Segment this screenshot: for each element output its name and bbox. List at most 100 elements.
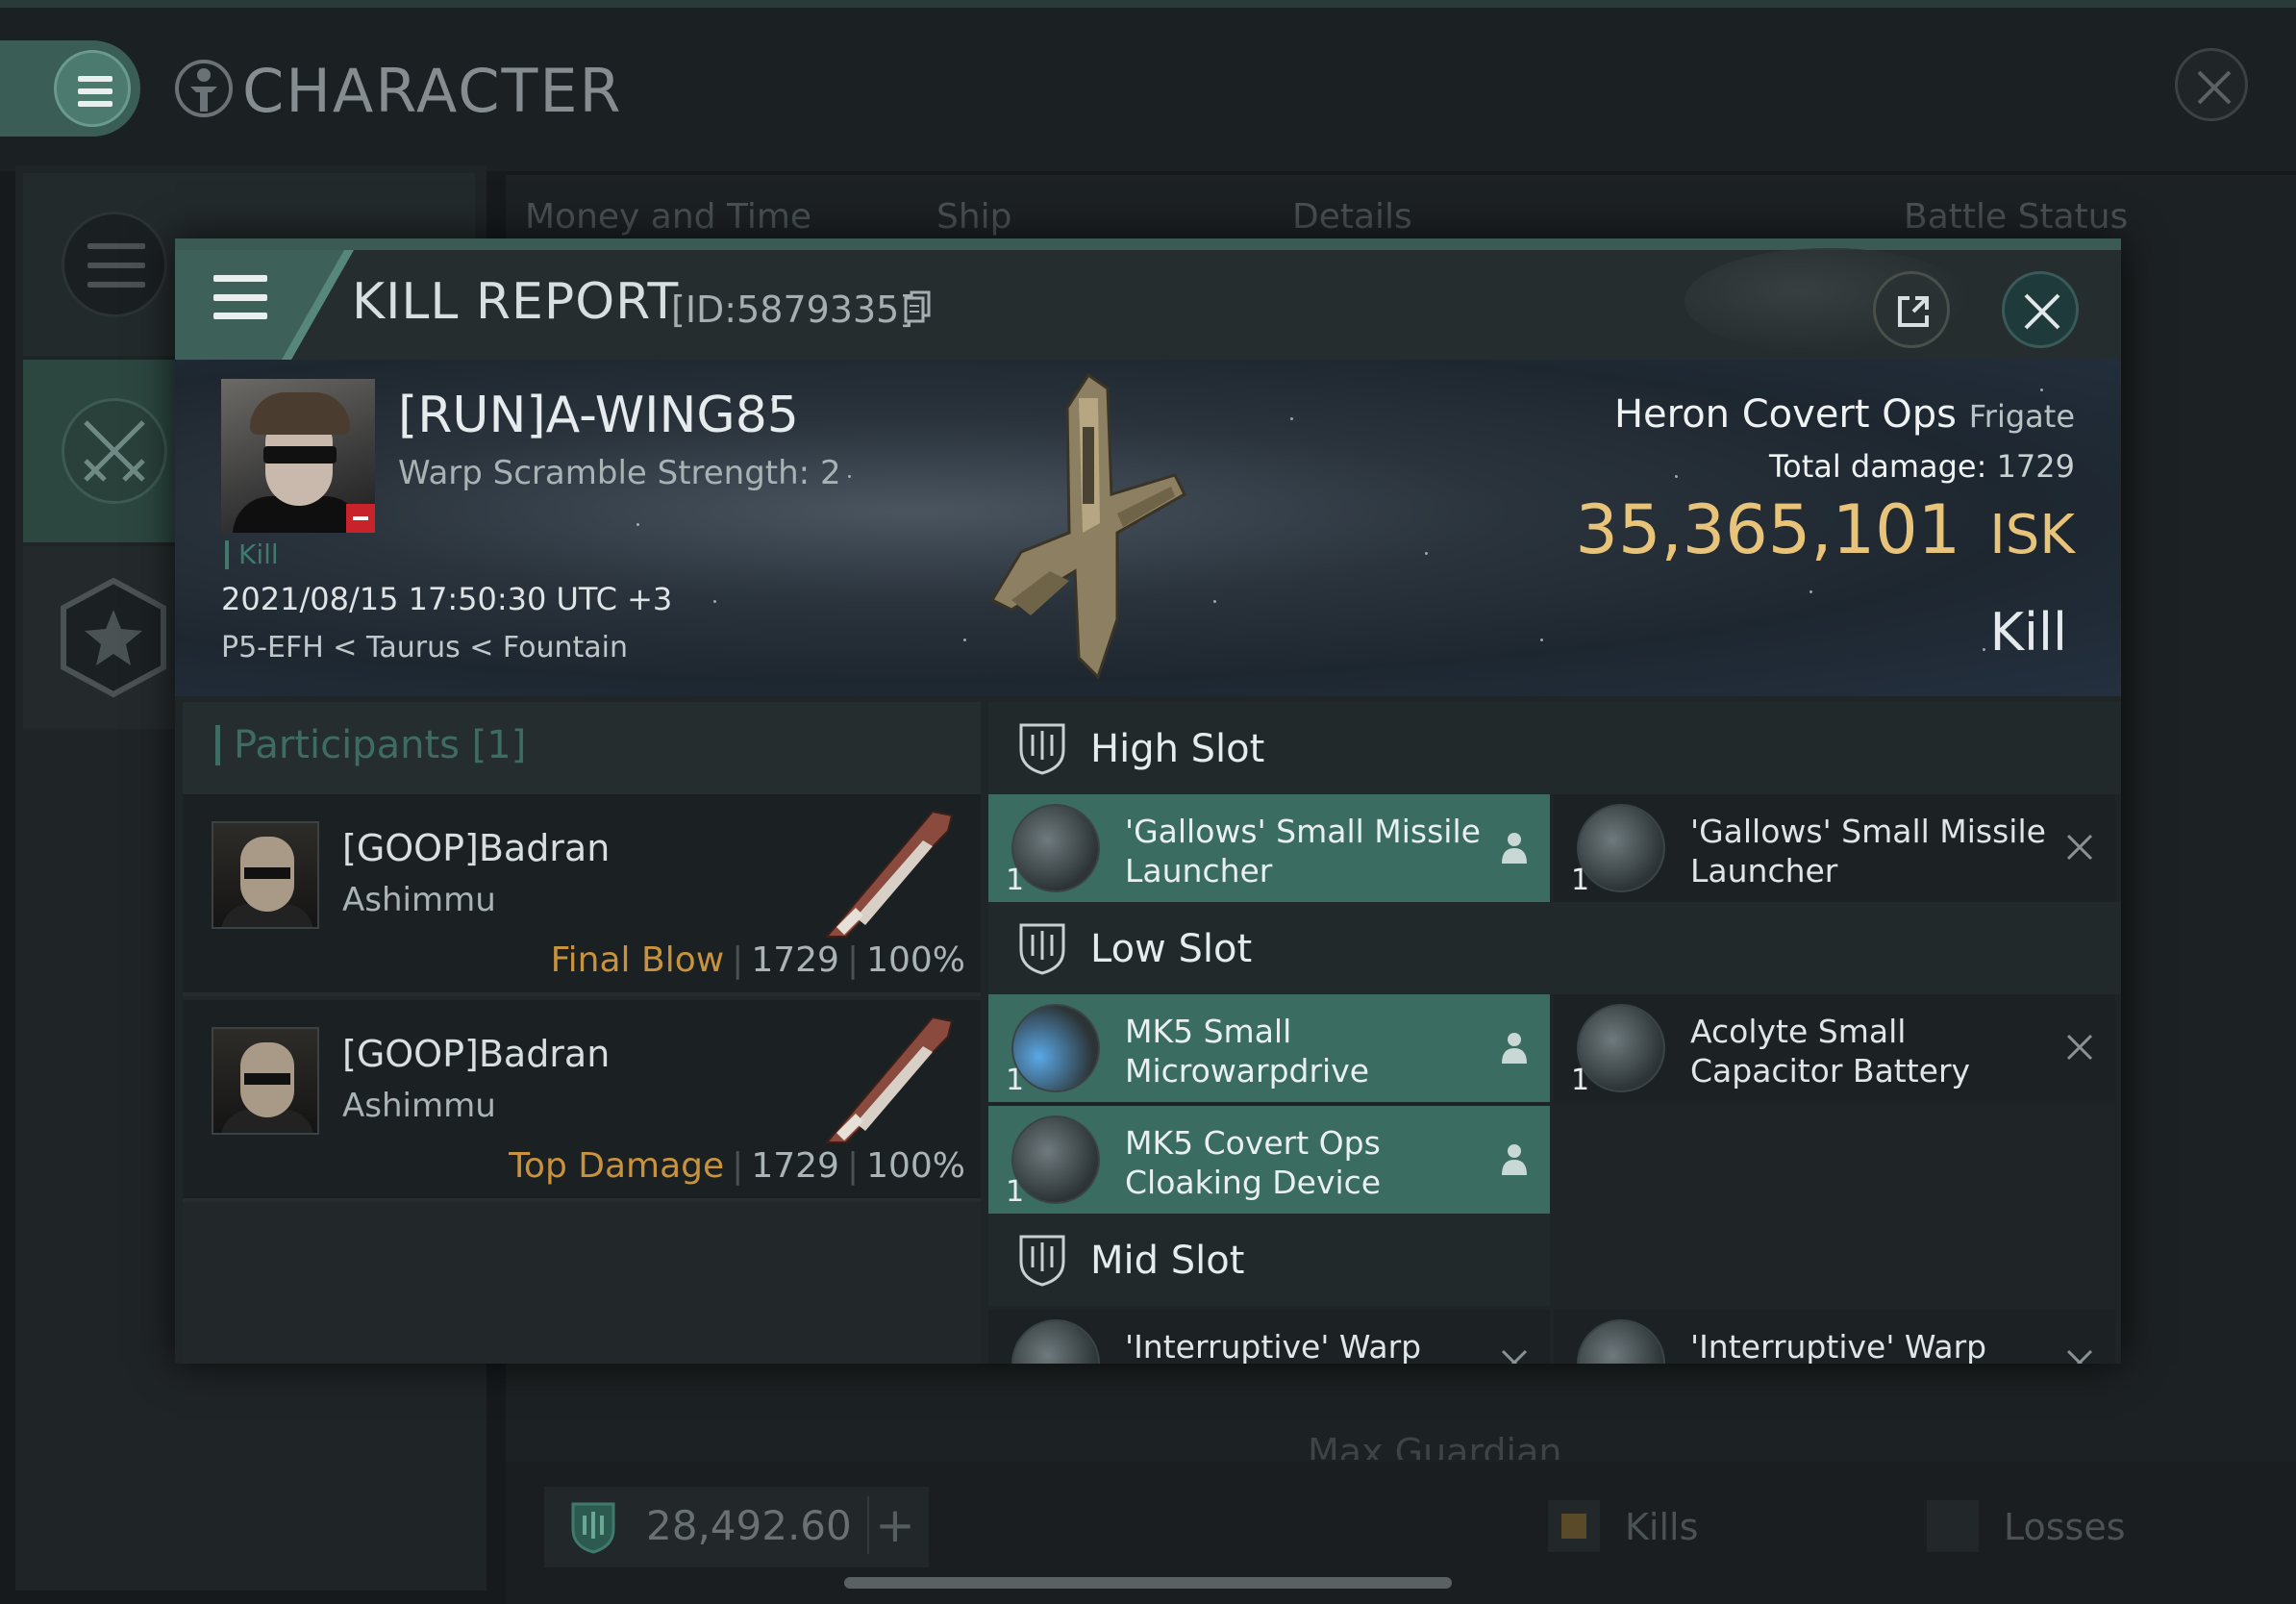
warp-disruptor-icon [1577, 1319, 1665, 1364]
mid-slot-label: Mid Slot [1090, 1239, 1245, 1283]
fitting-panel: High Slot 1 'Gallows' Small Missile Laun… [988, 702, 2121, 1364]
module-qty: 1 [1571, 864, 1590, 897]
low-slot-label: Low Slot [1090, 927, 1253, 971]
isk-unit: ISK [1989, 504, 2075, 566]
module-item[interactable]: 1 Acolyte Small Capacitor Battery [1554, 994, 2115, 1102]
module-name: 'Interruptive' Warp [1690, 1328, 1987, 1364]
participant-name: [GOOP]Badran [342, 1033, 611, 1075]
losses-checkbox[interactable] [1927, 1500, 1979, 1552]
slot-shield-icon [1019, 1235, 1065, 1287]
hostile-badge-icon [346, 504, 375, 533]
close-app-button[interactable] [2175, 48, 2248, 121]
home-indicator [844, 1577, 1452, 1589]
destroyed-x-icon [2066, 1349, 2093, 1364]
losses-label: Losses [2004, 1506, 2126, 1548]
shield-icon [571, 1502, 615, 1554]
kills-label: Kills [1625, 1506, 1699, 1548]
mid-slot-header: Mid Slot [988, 1214, 1550, 1306]
kill-report-id: [ID:5879335] [671, 288, 914, 331]
participant-avatar[interactable] [212, 821, 319, 929]
tab-details[interactable]: Details [1292, 197, 1412, 237]
damage-label: Total damage: [1769, 448, 1987, 485]
module-item[interactable]: 1 'Gallows' Small Missile Launcher [1554, 794, 2115, 902]
destroyed-x-icon [2066, 834, 2093, 861]
victim-subtitle: Warp Scramble Strength: 2 [398, 454, 841, 492]
isk-value: 35,365,101 ISK [1575, 490, 2075, 569]
total-damage: Total damage: 1729 [1769, 448, 2075, 485]
isk-amount: 35,365,101 [1575, 490, 1961, 569]
final-blow-tag: Final Blow [550, 940, 725, 980]
modal-title: KILL REPORT [352, 273, 680, 331]
destroyed-x-icon [2066, 1034, 2093, 1061]
participant-damage: 1729 [751, 940, 839, 980]
cloaking-device-icon [1011, 1115, 1100, 1204]
character-icon [175, 60, 233, 117]
participant-damage: 1729 [751, 1146, 839, 1186]
participant-ship: Ashimmu [342, 1087, 496, 1125]
close-icon [2197, 70, 2232, 105]
warp-disruptor-icon [1011, 1319, 1100, 1364]
external-link-icon [1898, 296, 1929, 327]
victim-ship-name[interactable]: Heron Covert Ops Frigate [1614, 392, 2075, 437]
tab-battle-status[interactable]: Battle Status [1904, 197, 2128, 237]
fitted-person-icon [1502, 1033, 1527, 1064]
module-name: 'Interruptive' Warp [1125, 1328, 1422, 1364]
fitted-person-icon [1502, 833, 1527, 864]
participant-row[interactable]: [GOOP]Badran Ashimmu Final Blow | 1729 | 100… [183, 794, 981, 996]
page-title: CHARACTER [242, 56, 623, 126]
module-qty: 1 [1006, 864, 1025, 897]
hamburger-icon [213, 275, 267, 319]
kills-checkbox[interactable] [1548, 1500, 1600, 1552]
participant-row[interactable]: [GOOP]Badran Ashimmu Top Damage | 1729 | 100… [183, 1000, 981, 1202]
kill-location[interactable]: P5-EFH < Taurus < Fountain [221, 631, 628, 664]
background-label: Max Guardian [1308, 1431, 1562, 1460]
participant-ship: Ashimmu [342, 881, 496, 919]
top-damage-tag: Top Damage [509, 1146, 725, 1186]
module-item[interactable]: 1 MK5 Small Microwarpdrive [988, 994, 1550, 1102]
victim-banner: [RUN]A-WING85 Warp Scramble Strength: 2 … [175, 360, 2121, 696]
participant-percent: 100% [866, 1146, 965, 1186]
module-name: Acolyte Small Capacitor Battery [1690, 1013, 1971, 1090]
list-icon [87, 243, 145, 288]
fitted-person-icon [1502, 1144, 1527, 1175]
main-menu-button[interactable] [0, 40, 140, 137]
capacitor-battery-icon [1577, 1004, 1665, 1092]
add-currency-button[interactable]: + [867, 1496, 921, 1554]
participant-avatar[interactable] [212, 1027, 319, 1135]
share-button[interactable] [1873, 271, 1950, 348]
missile-launcher-icon [1577, 804, 1665, 892]
copy-icon[interactable] [904, 290, 931, 323]
top-strip [0, 0, 2296, 8]
participant-stats: Final Blow | 1729 | 100% [550, 940, 965, 980]
close-icon [2024, 293, 2060, 330]
participants-panel: Participants [1] [GOOP]Badran Ashimmu Fi… [183, 702, 981, 1364]
module-item[interactable]: 1 'Gallows' Small Missile Launcher [988, 794, 1550, 902]
victim-portrait[interactable] [221, 379, 375, 533]
participant-ship-image [824, 1015, 954, 1143]
tab-money-and-time[interactable]: Money and Time [525, 197, 811, 237]
kill-report-modal: KILL REPORT [ID:5879335] [RUN]A-WING85 W… [175, 238, 2121, 1364]
slot-shield-icon [1019, 723, 1065, 775]
module-item[interactable]: 1 'Interruptive' Warp [1554, 1310, 2115, 1364]
participant-percent: 100% [866, 940, 965, 980]
tab-ship[interactable]: Ship [936, 197, 1012, 237]
slot-shield-icon [1019, 923, 1065, 975]
microwarpdrive-icon [1011, 1004, 1100, 1092]
victim-name[interactable]: [RUN]A-WING85 [398, 387, 799, 444]
result-label: Kill [1989, 602, 2067, 663]
missile-launcher-icon [1011, 804, 1100, 892]
module-item[interactable]: 1 MK5 Covert Ops Cloaking Device [988, 1106, 1550, 1214]
participants-title: Participants [1] [215, 725, 526, 765]
module-qty: 1 [1006, 1064, 1025, 1097]
low-slot-header: Low Slot [988, 902, 2121, 994]
module-name: 'Gallows' Small Missile Launcher [1125, 813, 1481, 890]
victim-ship-image [989, 372, 1186, 680]
destroyed-x-icon [1501, 1349, 1528, 1364]
ship-class-text: Frigate [1968, 398, 2075, 435]
participant-name: [GOOP]Badran [342, 827, 611, 869]
module-qty: 1 [1571, 1064, 1590, 1097]
close-modal-button[interactable] [2002, 271, 2079, 348]
module-name: 'Gallows' Small Missile Launcher [1690, 813, 2046, 890]
kill-datetime: 2021/08/15 17:50:30 UTC +3 [221, 581, 673, 617]
module-item[interactable]: 1 'Interruptive' Warp [988, 1310, 1550, 1364]
